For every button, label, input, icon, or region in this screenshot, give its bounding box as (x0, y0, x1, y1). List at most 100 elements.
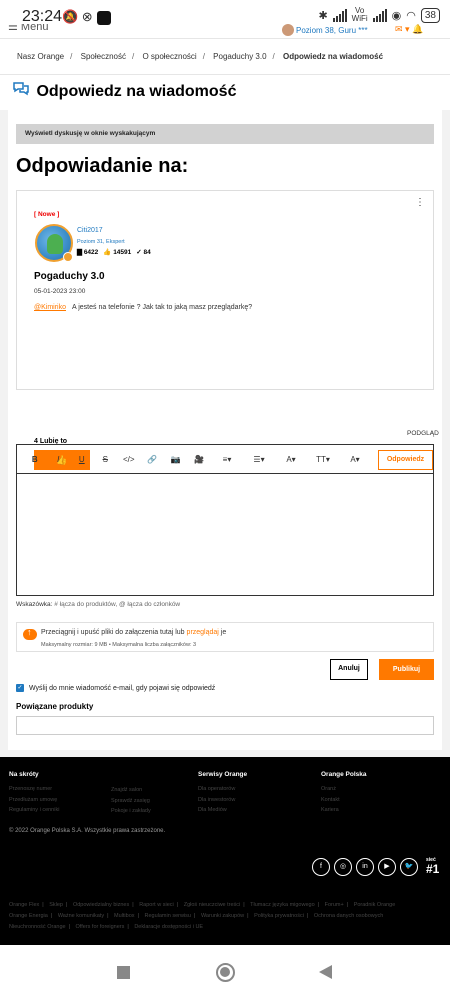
user-avatar[interactable] (282, 24, 294, 36)
content-area: Wyświetl dyskusję w oknie wyskakującym O… (0, 110, 450, 757)
underline-icon[interactable]: U (70, 455, 94, 464)
page-title: Odpowiedz na wiadomość (36, 82, 237, 100)
bluetooth-icon: ✱ (318, 9, 328, 22)
author-name[interactable]: Citi2017 (77, 227, 103, 234)
popup-discussion-link[interactable]: Wyświetl dyskusję w oknie wyskakującym (16, 124, 434, 144)
footer-link[interactable]: Tłumacz języka migowego (250, 902, 315, 908)
attachment-dropzone[interactable]: Przeciągnij i upuść pliki do załączenia … (16, 622, 434, 652)
footer-link[interactable]: Orange Energia (9, 913, 48, 919)
footer-link[interactable]: Polityka prywatności (254, 913, 304, 919)
battery-icon: 38 (420, 7, 440, 23)
chat-bubbles-icon (12, 81, 30, 102)
footer-link[interactable]: Deklaracje dostępności i UE (134, 924, 203, 930)
wifi-icon: ◠ (406, 9, 416, 22)
message-date: 05-01-2023 23:00 (34, 288, 86, 295)
email-notify-label: Wyślij do mnie wiadomość e-mail, gdy poj… (29, 684, 216, 692)
message-textarea[interactable] (17, 474, 433, 595)
system-icons: ✱ Vo WiFi ◉ ◠ 38 (318, 7, 440, 23)
reply-heading: Odpowiadanie na: (16, 155, 189, 177)
text-style-icon[interactable]: TT▾ (307, 455, 339, 464)
breadcrumb: Nasz Orange / Społeczność / O społeczności… (0, 38, 450, 74)
editor-hints: Wskazówka: # łącza do produktów, @ łącza… (16, 601, 181, 608)
bold-icon[interactable]: B (23, 455, 47, 464)
author-stats: ▇ 6422 👍 14591 ✓ 84 (77, 248, 151, 256)
footer-link[interactable]: Odpowiedzialny biznes (73, 902, 129, 908)
footer-link[interactable]: Sprawdź zasięg (111, 796, 151, 807)
posts-count: 6422 (83, 249, 99, 256)
app-notification-icon (96, 10, 111, 25)
email-notify-option[interactable]: ✓ Wyślij do mnie wiadomość e-mail, gdy p… (16, 684, 215, 692)
footer-link[interactable]: Forum+ (325, 902, 344, 908)
ordered-list-icon[interactable]: ≡▾ (211, 455, 243, 464)
footer-link[interactable]: Kariera (321, 805, 367, 816)
link-icon[interactable]: 🔗 (141, 455, 165, 464)
breadcrumb-item[interactable]: O społeczności (142, 52, 196, 61)
bullet-list-icon[interactable]: ☰▾ (243, 455, 275, 464)
breadcrumb-item[interactable]: Nasz Orange (17, 52, 64, 61)
email-notify-checkbox[interactable]: ✓ (16, 684, 24, 692)
twitter-icon[interactable]: 🐦 (400, 858, 418, 876)
footer-link[interactable]: Offers for foreigners (76, 924, 125, 930)
footer-link[interactable]: Kontakt (321, 795, 367, 806)
footer-links: Orange Flex | Sklep | Odpowiedzialny bizne… (9, 902, 396, 930)
instagram-icon[interactable]: ◎ (334, 858, 352, 876)
camera-icon[interactable]: 📷 (164, 455, 188, 464)
publish-button[interactable]: Publikuj (379, 659, 434, 680)
footer-link[interactable]: Pokoje i zakłady (111, 806, 151, 817)
mention-link[interactable]: @Kimiriko (34, 304, 66, 311)
back-button[interactable] (319, 965, 332, 979)
quoted-message: ⋮ [ Nowe ] Citi2017 Poziom 31, Ekspert ▇… (16, 190, 434, 470)
strikethrough-icon[interactable]: S (94, 455, 118, 464)
code-icon[interactable]: </> (117, 455, 141, 464)
footer-link[interactable]: Oranż (321, 784, 367, 795)
site-top-nav: ☰ Menu Poziom 38, Guru *** ✉ ▾ 🔔 (0, 24, 450, 38)
more-options-icon[interactable]: ⋮ (415, 197, 425, 208)
author-avatar[interactable] (35, 224, 73, 262)
italic-icon[interactable]: I (47, 455, 71, 464)
footer-col-2: Znajdź salon Sprawdź zasięg Pokoje i zak… (111, 785, 151, 817)
footer-link[interactable]: Przenoszę numer (9, 784, 59, 795)
upload-cloud-icon (23, 627, 37, 640)
breadcrumb-item[interactable]: Pogaduchy 3.0 (213, 52, 266, 61)
font-size-icon[interactable]: A▾ (275, 455, 307, 464)
footer-link[interactable]: Dla inwestorów (198, 795, 247, 806)
footer-link[interactable]: Znajdź salon (111, 785, 151, 796)
footer-link[interactable]: Ochrona danych osobowych (314, 913, 383, 919)
footer-link[interactable]: Przedłużam umowę (9, 795, 59, 806)
recents-button[interactable] (117, 966, 130, 979)
footer-link[interactable]: Raport w sieci (139, 902, 174, 908)
video-icon[interactable]: 🎥 (188, 455, 212, 464)
cancel-button[interactable]: Anuluj (330, 659, 368, 680)
menu-button[interactable]: ☰ Menu (8, 24, 48, 33)
youtube-icon[interactable]: ▶ (378, 858, 396, 876)
likes-count: 14591 (113, 249, 132, 256)
footer-link[interactable]: Dla operatorów (198, 784, 247, 795)
site-footer: Na skróty Przenoszę numer Przedłużam umo… (0, 757, 450, 945)
footer-link[interactable]: Regulaminy i cenniki (9, 805, 59, 816)
footer-link[interactable]: Warunki zakupów (201, 913, 244, 919)
footer-link[interactable]: Regulamin serwisu (145, 913, 191, 919)
related-products-input[interactable] (16, 716, 434, 735)
linkedin-icon[interactable]: in (356, 858, 374, 876)
posts-icon: ▇ (77, 249, 82, 256)
footer-link[interactable]: Ważne komunikaty (58, 913, 104, 919)
footer-link[interactable]: Orange Flex (9, 902, 39, 908)
rank-badge-icon (63, 252, 73, 262)
footer-link[interactable]: Dla Mediów (198, 805, 247, 816)
user-rank: Poziom 38, Guru *** (296, 26, 368, 35)
signal-icon (332, 8, 347, 22)
footer-link[interactable]: Poradnik Orange (354, 902, 396, 908)
footer-link[interactable]: Multibox (114, 913, 134, 919)
footer-link[interactable]: Zgłoś nieuczciwe treści (184, 902, 241, 908)
breadcrumb-item[interactable]: Społeczność (81, 52, 126, 61)
footer-link[interactable]: Sklep (49, 902, 63, 908)
user-menu-icons[interactable]: ✉ ▾ 🔔 (395, 24, 423, 35)
text-color-icon[interactable]: A▾ (339, 455, 371, 464)
social-links: f ◎ in ▶ 🐦 (312, 858, 418, 876)
home-button[interactable] (216, 963, 235, 982)
footer-link[interactable]: Nieuchronność Orange (9, 924, 66, 930)
facebook-icon[interactable]: f (312, 858, 330, 876)
preview-toggle[interactable]: PODGLĄD (407, 430, 439, 437)
message-body: @Kimiriko A jesteś na telefonie ? Jak tak… (34, 304, 253, 311)
browse-link[interactable]: przeglądaj (187, 629, 219, 636)
